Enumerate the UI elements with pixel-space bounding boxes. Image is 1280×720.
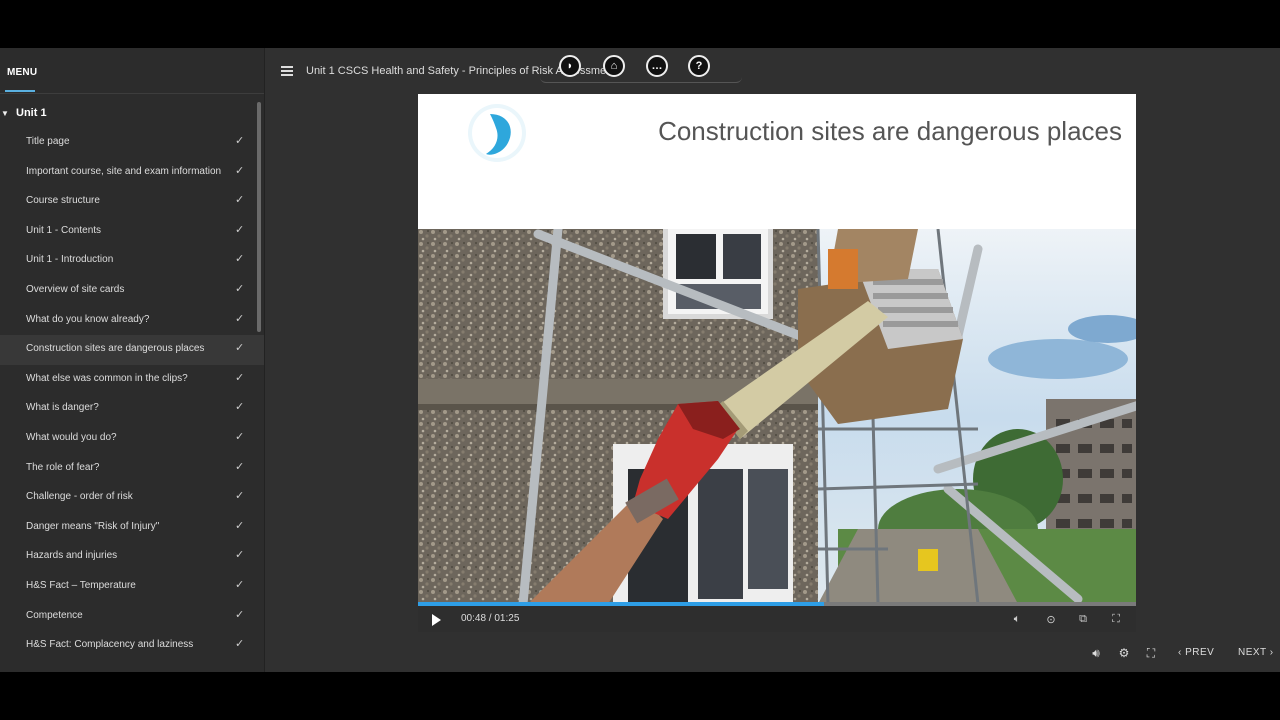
prev-label: PREV [1185,647,1215,658]
brand-logo [468,104,526,162]
lesson-item[interactable]: Title page ✓ [0,128,264,158]
settings-gear-icon[interactable]: ⚙ [1116,645,1132,661]
lesson-label: Danger means "Risk of Injury" [26,520,160,532]
playback-speed-icon[interactable]: ⊙ [1042,610,1060,628]
check-icon: ✓ [235,164,245,177]
video-fullscreen-icon[interactable]: ⛶ [1107,610,1125,628]
lesson-label: Course structure [26,195,100,207]
lesson-item-active[interactable]: Construction sites are dangerous places ✓ [0,335,264,365]
lesson-item[interactable]: Course structure ✓ [0,187,264,217]
chevron-right-icon: › [1266,647,1274,658]
check-icon: ✓ [235,430,245,443]
home-icon[interactable]: ⌂ [603,55,625,77]
caret-down-icon: ▼ [1,109,9,118]
unit-toggle[interactable]: ▼ Unit 1 [0,106,256,122]
menu-tab-indicator [5,90,35,92]
lesson-item[interactable]: What else was common in the clips? ✓ [0,365,264,395]
check-icon: ✓ [235,490,245,503]
lesson-list: Title page ✓ Important course, site and e… [0,128,264,661]
lesson-item[interactable]: The role of fear? ✓ [0,454,264,484]
sidebar-scrollbar[interactable] [257,102,261,332]
scaffolding-video-frame[interactable] [418,229,1136,604]
lesson-label: Competence [26,609,83,621]
check-icon: ✓ [235,401,245,414]
check-icon: ✓ [235,371,245,384]
sidebar-menu: MENU ▼ Unit 1 Title page ✓ Important cour… [0,48,265,672]
picture-in-picture-icon[interactable]: ⧉ [1074,610,1092,628]
check-icon: ✓ [235,223,245,236]
next-button[interactable]: NEXT › [1238,647,1274,658]
next-label: NEXT [1238,647,1267,658]
slide-title: Construction sites are dangerous places [658,116,1122,146]
lesson-label: What is danger? [26,402,99,414]
lesson-label: Unit 1 - Contents [26,224,102,236]
hamburger-menu-icon[interactable] [281,66,293,76]
volume-icon[interactable]: 🔈︎ [1008,610,1026,628]
check-icon: ✓ [235,608,245,621]
top-nav-group: ◗ ⌂ … ? [540,52,742,83]
check-icon: ✓ [235,282,245,295]
lesson-label: Overview of site cards [26,283,125,295]
lesson-label: Title page [26,136,70,147]
lesson-item[interactable]: Unit 1 - Introduction ✓ [0,246,264,276]
unit-label: Unit 1 [16,107,47,119]
fullscreen-icon[interactable]: ⛶ [1143,645,1159,661]
lesson-label: The role of fear? [26,461,100,473]
lesson-label: What else was common in the clips? [26,372,188,384]
menu-header: MENU [0,48,264,94]
check-icon: ✓ [235,460,245,473]
check-icon: ✓ [235,549,245,562]
lesson-label: What would you do? [26,431,117,443]
lesson-label: H&S Fact – Temperature [26,579,136,591]
audio-icon[interactable]: 🔊︎ [1088,645,1104,661]
app-shell: MENU ▼ Unit 1 Title page ✓ Important cour… [0,48,1280,672]
prev-button[interactable]: ‹ PREV [1178,647,1214,658]
logo-icon[interactable]: ◗ [559,55,581,77]
lesson-label: Important course, site and exam informat… [26,165,222,177]
play-icon[interactable] [432,614,441,626]
lesson-item[interactable]: Important course, site and exam informat… [0,158,264,188]
lesson-label: Challenge - order of risk [26,491,133,503]
lesson-item[interactable]: Hazards and injuries ✓ [0,542,264,572]
lesson-item[interactable]: What is danger? ✓ [0,394,264,424]
check-icon: ✓ [235,638,245,651]
lesson-item[interactable]: What do you know already? ✓ [0,306,264,336]
check-icon: ✓ [235,342,245,355]
check-icon: ✓ [235,194,245,207]
lesson-item[interactable]: Unit 1 - Contents ✓ [0,217,264,247]
check-icon: ✓ [235,312,245,325]
lesson-item[interactable]: H&S Fact: Complacency and laziness ✓ [0,631,264,661]
check-icon: ✓ [235,519,245,532]
video-controls: 00:48 / 01:25 🔈︎ ⊙ ⧉ ⛶ [418,606,1136,632]
lesson-item[interactable]: Challenge - order of risk ✓ [0,483,264,513]
menu-tab[interactable]: MENU [7,67,37,78]
lesson-item[interactable]: Overview of site cards ✓ [0,276,264,306]
check-icon: ✓ [235,578,245,591]
lesson-label: Construction sites are dangerous places [26,343,205,355]
lesson-item[interactable]: Danger means "Risk of Injury" ✓ [0,513,264,543]
check-icon: ✓ [235,135,245,147]
lesson-label: H&S Fact: Complacency and laziness [26,639,194,651]
chat-icon[interactable]: … [646,55,668,77]
lesson-label: What do you know already? [26,313,150,325]
check-icon: ✓ [235,253,245,266]
video-time: 00:48 / 01:25 [461,613,520,624]
lesson-item[interactable]: H&S Fact – Temperature ✓ [0,572,264,602]
lesson-item[interactable]: What would you do? ✓ [0,424,264,454]
lesson-label: Unit 1 - Introduction [26,254,114,266]
slide-canvas: Construction sites are dangerous places [418,94,1136,604]
lesson-item[interactable]: Competence ✓ [0,602,264,632]
help-icon[interactable]: ? [688,55,710,77]
lesson-label: Hazards and injuries [26,550,118,562]
